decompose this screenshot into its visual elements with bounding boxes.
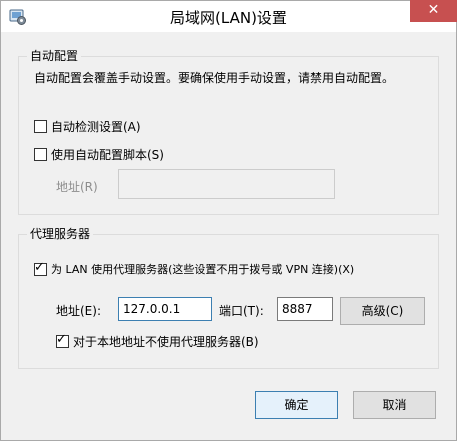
lan-settings-dialog: 局域网(LAN)设置 ✕ 自动配置 自动配置会覆盖手动设置。要确保使用手动设置，… [0, 0, 457, 441]
title-bar[interactable]: 局域网(LAN)设置 ✕ [1, 0, 457, 32]
use-proxy-checkbox[interactable]: ✓ [34, 260, 47, 276]
close-icon: ✕ [427, 2, 440, 18]
proxy-server-group-label: 代理服务器 [27, 225, 94, 242]
advanced-button[interactable]: 高级(C) [340, 297, 425, 325]
bypass-local-checkbox[interactable]: ✓ [56, 332, 69, 348]
cancel-button[interactable]: 取消 [353, 391, 436, 419]
use-script-checkbox[interactable] [34, 148, 47, 161]
auto-detect-label[interactable]: 自动检测设置(A) [51, 118, 141, 135]
close-button[interactable]: ✕ [410, 0, 457, 22]
script-address-label: 地址(R) [56, 180, 98, 194]
use-script-label[interactable]: 使用自动配置脚本(S) [51, 146, 164, 163]
bypass-local-label[interactable]: 对于本地地址不使用代理服务器(B) [73, 333, 259, 350]
proxy-port-label: 端口(T): [219, 304, 264, 318]
proxy-address-label: 地址(E): [56, 304, 101, 318]
use-proxy-label[interactable]: 为 LAN 使用代理服务器(这些设置不用于拨号或 VPN 连接)(X) [51, 261, 354, 277]
script-address-input[interactable] [118, 169, 335, 199]
checkmark-icon: ✓ [34, 260, 45, 275]
auto-config-group-label: 自动配置 [27, 47, 82, 64]
checkmark-icon: ✓ [56, 332, 67, 347]
auto-config-description: 自动配置会覆盖手动设置。要确保使用手动设置，请禁用自动配置。 [34, 71, 395, 85]
proxy-address-input[interactable] [118, 297, 212, 321]
ok-button[interactable]: 确定 [255, 391, 338, 419]
proxy-port-input[interactable] [277, 297, 333, 321]
auto-detect-checkbox[interactable] [34, 120, 47, 133]
window-title: 局域网(LAN)设置 [170, 9, 287, 27]
